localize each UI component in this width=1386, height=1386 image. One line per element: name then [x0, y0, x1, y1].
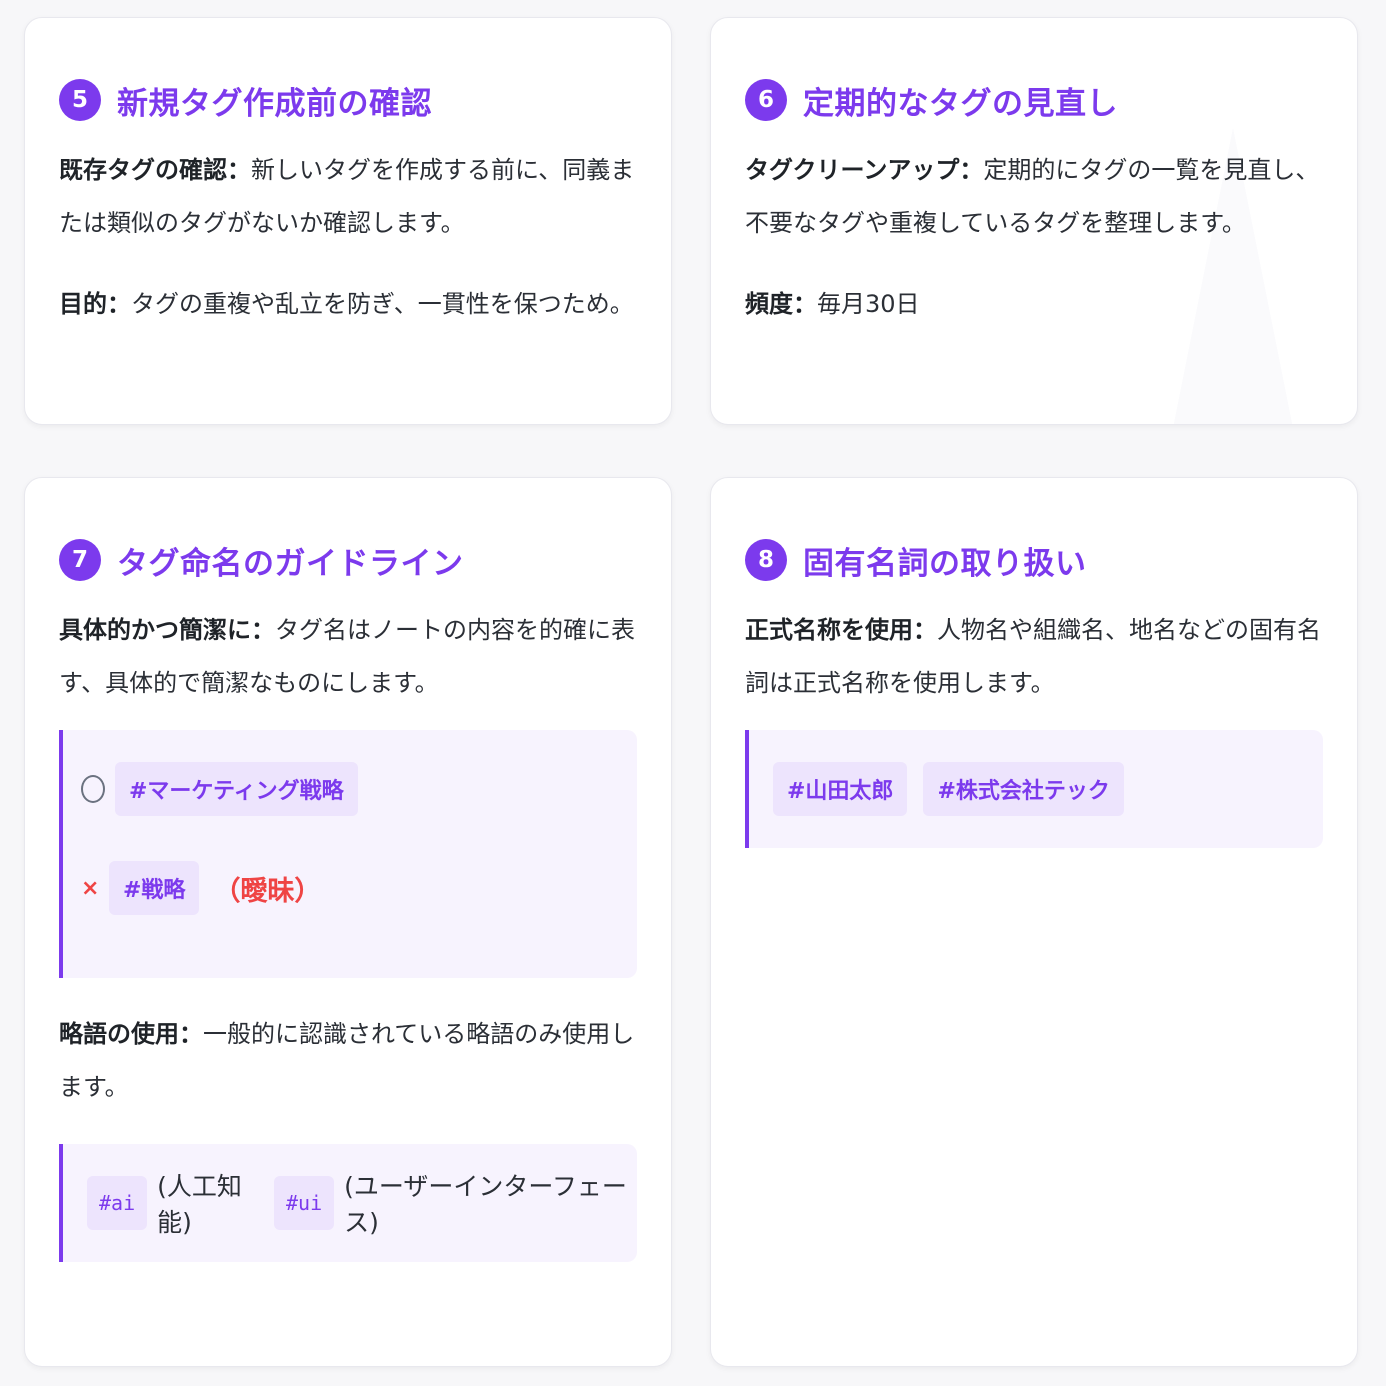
card-heading: 7 タグ命名のガイドライン — [59, 532, 637, 588]
paragraph-specific-concise: 具体的かつ簡潔に：タグ名はノートの内容を的確に表す、具体的で簡潔なものにします。 — [59, 604, 637, 710]
card-title: 固有名詞の取り扱い — [803, 545, 1087, 582]
card-naming-guidelines: 7 タグ命名のガイドライン 具体的かつ簡潔に：タグ名はノートの内容を的確に表す、… — [24, 477, 672, 1367]
paragraph-label: 目的： — [59, 290, 131, 318]
paragraph-text: 毎月30日 — [817, 290, 920, 318]
bad-example-row: × #戦略 （曖昧） — [81, 861, 637, 915]
card-heading: 8 固有名詞の取り扱い — [745, 532, 1323, 588]
tag-chip: #ui — [274, 1176, 335, 1230]
card-title: タグ命名のガイドライン — [117, 545, 464, 582]
paragraph-tag-cleanup: タグクリーンアップ：定期的にタグの一覧を見直し、不要なタグや重複しているタグを整… — [745, 144, 1323, 250]
paragraph-label: タグクリーンアップ： — [745, 156, 984, 184]
tag-chip: #山田太郎 — [773, 762, 908, 816]
paragraph-frequency: 頻度：毎月30日 — [745, 278, 1323, 331]
abbreviation-meaning: (ユーザーインターフェース) — [344, 1172, 627, 1237]
good-example-row: #マーケティング戦略 — [81, 762, 637, 816]
tag-chip: #ai — [87, 1176, 148, 1230]
step-number-badge: 7 — [59, 539, 101, 581]
paragraph-label: 頻度： — [745, 290, 817, 318]
paragraph-existing-tag-check: 既存タグの確認：新しいタグを作成する前に、同義または類似のタグがないか確認します… — [59, 144, 637, 250]
paragraph-official-name: 正式名称を使用：人物名や組織名、地名などの固有名詞は正式名称を使用します。 — [745, 604, 1323, 710]
paragraph-text: タグの重複や乱立を防ぎ、一貫性を保つため。 — [131, 290, 634, 318]
card-heading: 5 新規タグ作成前の確認 — [59, 72, 637, 128]
ambiguous-note: （曖昧） — [213, 875, 322, 907]
abbreviation-meaning: (人工知能) — [157, 1172, 242, 1237]
tag-chip: #戦略 — [109, 861, 200, 915]
card-title: 定期的なタグの見直し — [803, 85, 1118, 122]
tag-chip: #マーケティング戦略 — [115, 762, 358, 816]
card-new-tag-check: 5 新規タグ作成前の確認 既存タグの確認：新しいタグを作成する前に、同義または類… — [24, 17, 672, 425]
paragraph-purpose: 目的：タグの重複や乱立を防ぎ、一貫性を保つため。 — [59, 278, 637, 331]
circle-icon — [81, 775, 105, 803]
card-title: 新規タグ作成前の確認 — [117, 85, 432, 122]
card-proper-nouns: 8 固有名詞の取り扱い 正式名称を使用：人物名や組織名、地名などの固有名詞は正式… — [710, 477, 1358, 1367]
cross-icon: × — [81, 875, 100, 901]
paragraph-abbreviation: 略語の使用：一般的に認識されている略語のみ使用します。 — [59, 1008, 637, 1114]
paragraph-label: 既存タグの確認： — [59, 156, 251, 184]
paragraph-label: 正式名称を使用： — [745, 616, 937, 644]
naming-example-box: #マーケティング戦略 × #戦略 （曖昧） — [59, 730, 637, 978]
paragraph-label: 略語の使用： — [59, 1020, 203, 1048]
abbreviation-example-box: #ai (人工知能) #ui (ユーザーインターフェース) — [59, 1144, 637, 1262]
card-periodic-review: 6 定期的なタグの見直し タグクリーンアップ：定期的にタグの一覧を見直し、不要な… — [710, 17, 1358, 425]
paragraph-label: 具体的かつ簡潔に： — [59, 616, 275, 644]
tag-chip: #株式会社テック — [923, 762, 1124, 816]
step-number-badge: 6 — [745, 79, 787, 121]
card-heading: 6 定期的なタグの見直し — [745, 72, 1323, 128]
step-number-badge: 8 — [745, 539, 787, 581]
proper-noun-example-box: #山田太郎 #株式会社テック — [745, 730, 1323, 848]
step-number-badge: 5 — [59, 79, 101, 121]
